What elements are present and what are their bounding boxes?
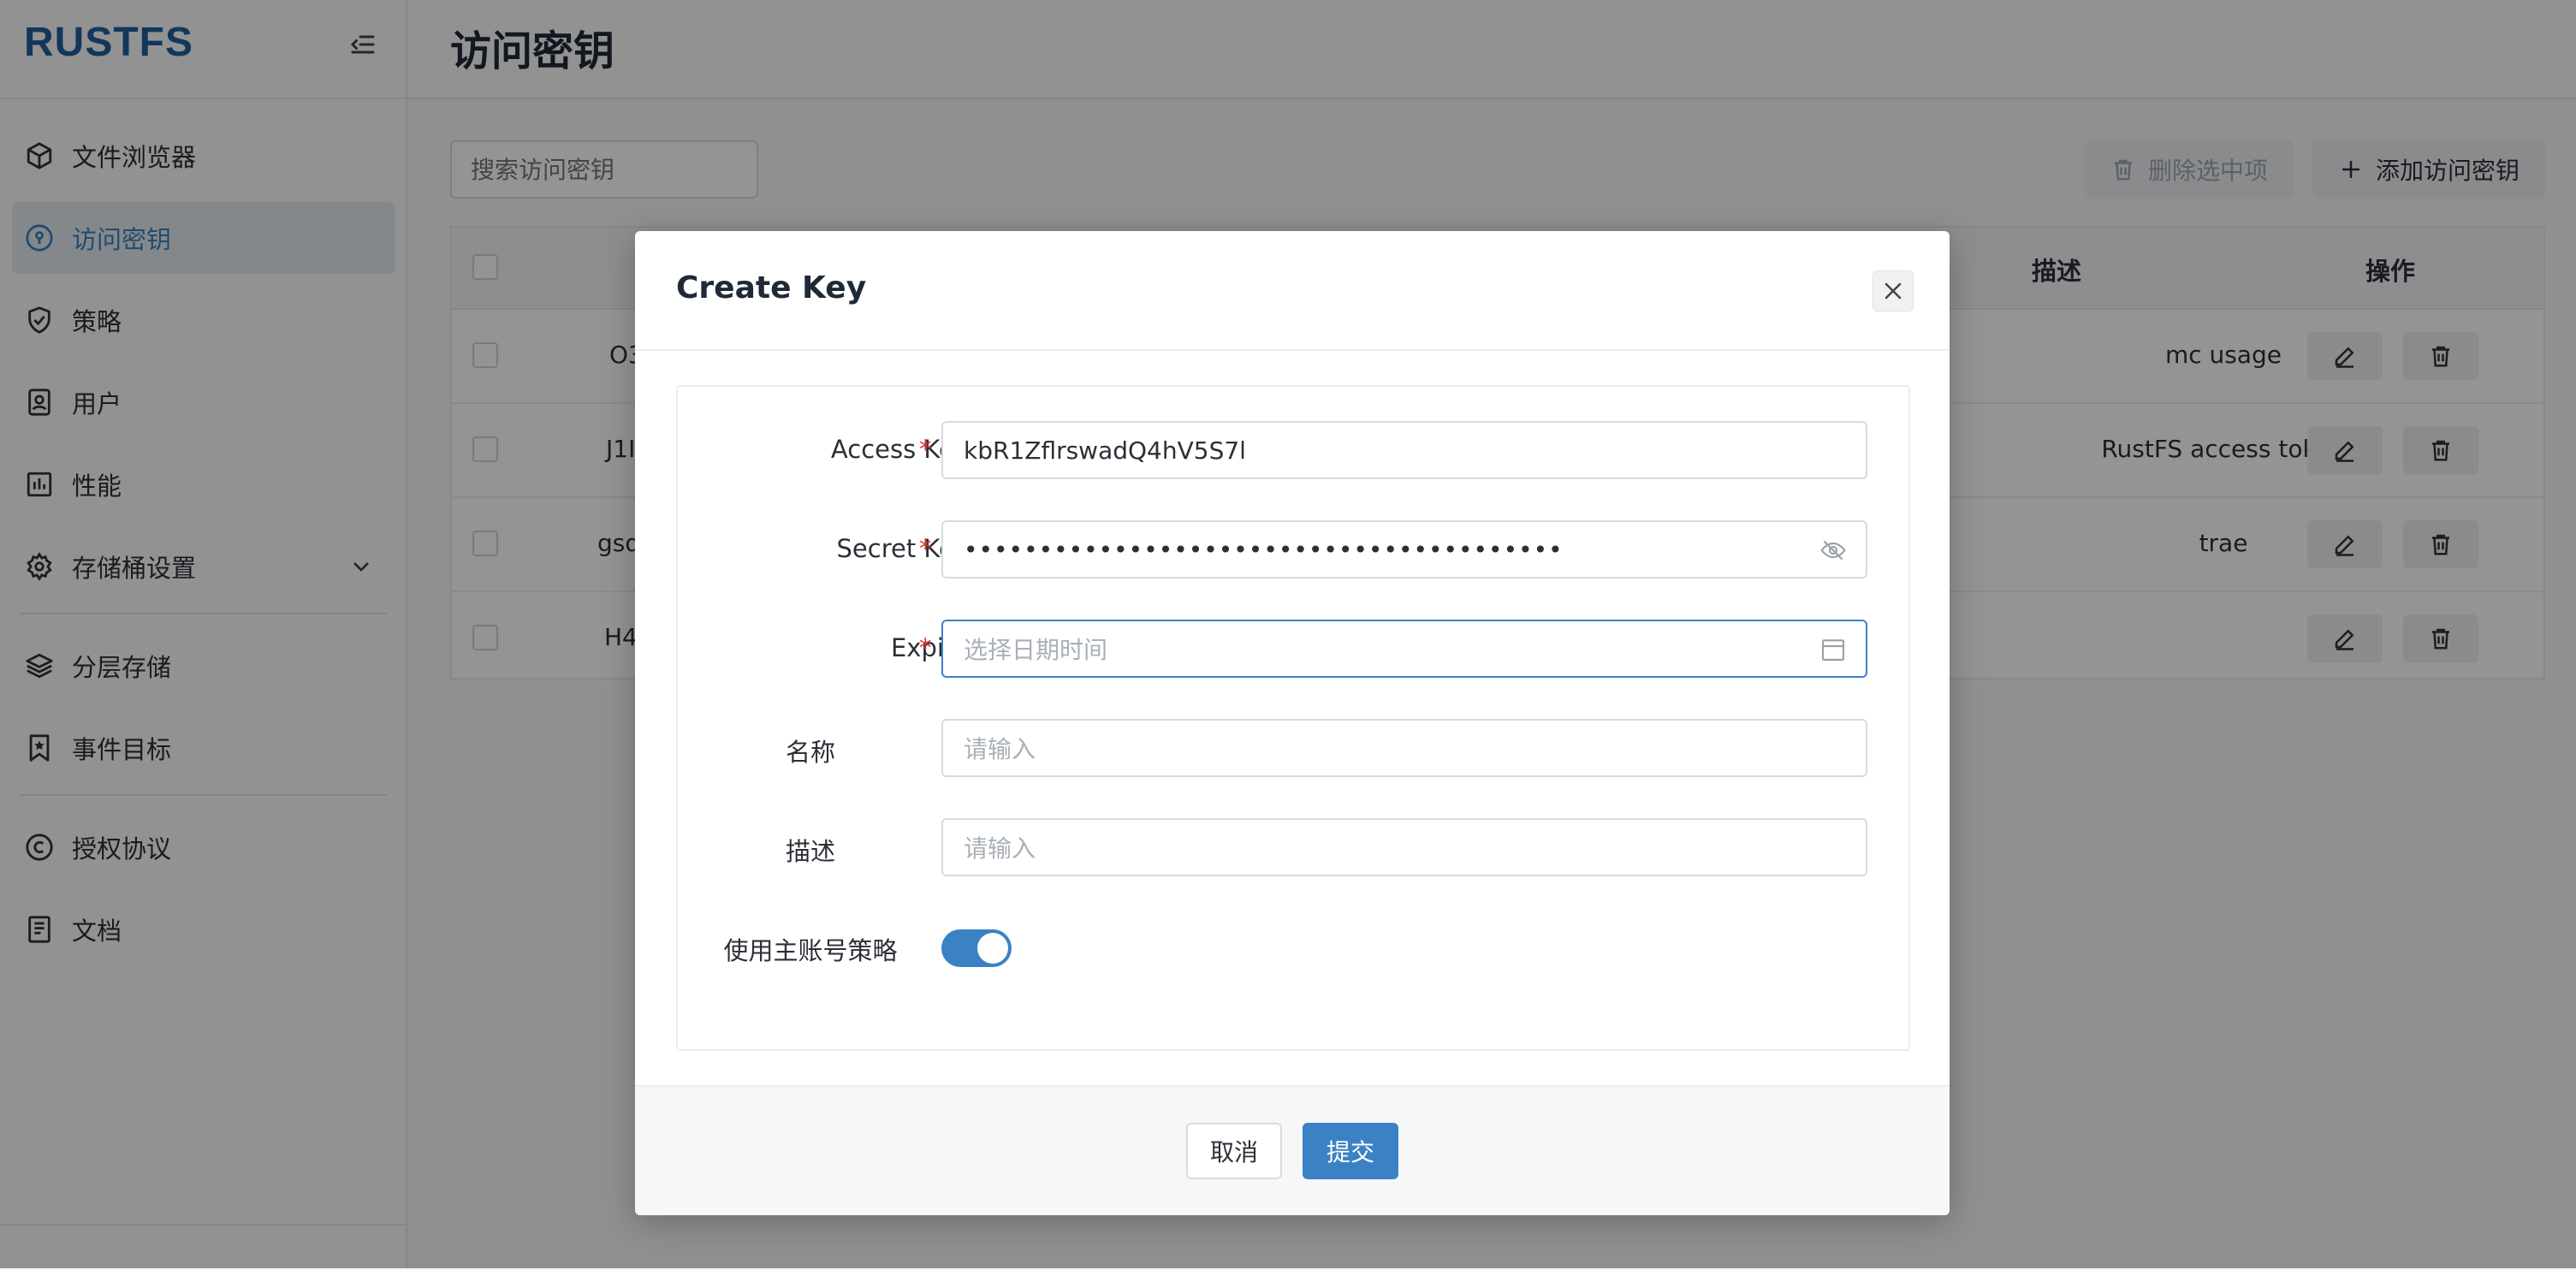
create-key-form: Access Key * kbR1ZflrswadQ4hV5S7l Secret…: [676, 385, 1910, 1051]
expiry-row: Expiry * 选择日期时间: [678, 620, 1912, 680]
required-mark: *: [919, 534, 932, 563]
submit-button[interactable]: 提交: [1303, 1123, 1398, 1179]
use-main-policy-toggle[interactable]: [941, 929, 1012, 967]
name-label: 名称: [785, 738, 835, 767]
access-key-input[interactable]: kbR1ZflrswadQ4hV5S7l: [941, 421, 1867, 479]
required-mark: *: [919, 633, 932, 662]
access-key-row: Access Key * kbR1ZflrswadQ4hV5S7l: [678, 421, 1912, 481]
dialog-title: Create Key: [676, 270, 867, 306]
use-main-policy-label: 使用主账号策略: [723, 936, 898, 965]
secret-key-row: Secret Key * •••••••••••••••••••••••••••…: [678, 520, 1912, 580]
calendar-icon[interactable]: [1819, 636, 1847, 663]
close-button[interactable]: [1873, 270, 1914, 312]
expiry-placeholder: 选择日期时间: [964, 636, 1108, 664]
secret-key-input[interactable]: ••••••••••••••••••••••••••••••••••••••••: [941, 520, 1867, 579]
description-input[interactable]: 请输入: [941, 818, 1867, 876]
dialog-footer: 取消 提交: [635, 1085, 1950, 1215]
access-key-value: kbR1ZflrswadQ4hV5S7l: [964, 436, 1246, 465]
name-row: 名称 请输入: [678, 719, 1912, 779]
description-placeholder: 请输入: [964, 834, 1036, 863]
use-main-policy-row: 使用主账号策略: [678, 917, 1912, 977]
dialog-header: Create Key: [635, 231, 1950, 351]
required-mark: *: [919, 435, 932, 464]
secret-key-value: ••••••••••••••••••••••••••••••••••••••••: [964, 535, 1564, 564]
expiry-datetime-picker[interactable]: 选择日期时间: [941, 620, 1867, 678]
name-placeholder: 请输入: [964, 735, 1036, 763]
description-row: 描述 请输入: [678, 818, 1912, 878]
close-icon: [1885, 282, 1902, 300]
description-label: 描述: [785, 837, 835, 866]
name-input[interactable]: 请输入: [941, 719, 1867, 777]
eye-off-icon[interactable]: [1819, 537, 1847, 564]
cancel-button[interactable]: 取消: [1186, 1123, 1282, 1179]
toggle-knob: [977, 933, 1008, 964]
create-key-dialog: Create Key Access Key * kbR1ZflrswadQ4hV…: [635, 231, 1950, 1215]
